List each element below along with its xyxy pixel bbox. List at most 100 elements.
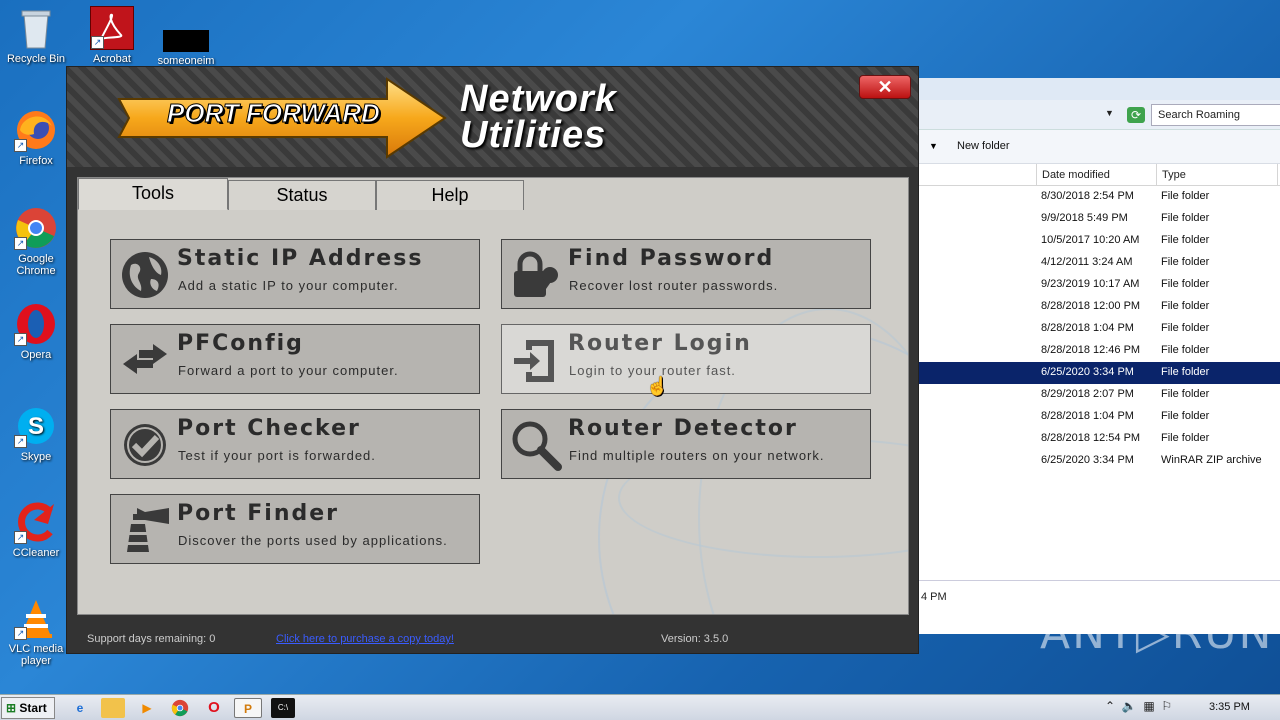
file-list-row[interactable]: 9/23/2019 10:17 AM File folder [901,274,1280,296]
file-list-row[interactable]: 8/30/2018 2:54 PM File folder [901,186,1280,208]
taskbar-clock[interactable]: 3:35 PM [1209,701,1250,713]
new-folder-button[interactable]: New folder [957,140,1010,152]
file-icon [163,30,209,52]
row-type: WinRAR ZIP archive [1161,454,1262,466]
app-title: Network Utilities [460,78,617,156]
search-input[interactable]: Search Roaming [1151,104,1280,126]
column-header-type[interactable]: Type [1156,164,1278,186]
desktop-icon-label: Opera [20,349,52,361]
file-list-row[interactable]: 8/28/2018 12:46 PM File folder [901,340,1280,362]
media-player-icon[interactable]: ▶ [135,698,159,718]
internet-explorer-icon[interactable]: e [68,698,92,718]
row-type: File folder [1161,278,1210,290]
desktop-icon-label: CCleaner [12,547,60,559]
app-title-line1: Network [460,78,617,120]
globe-icon [122,252,168,298]
support-days-text: Support days remaining: 0 [87,633,216,645]
tab-status[interactable]: Status [228,180,376,210]
row-date-modified: 8/30/2018 2:54 PM [1041,190,1134,202]
shortcut-arrow-icon: ↗ [14,627,27,640]
router-login-button[interactable]: Router Login Login to your router fast. [501,324,871,394]
row-type: File folder [1161,212,1210,224]
port-forward-taskbar-icon[interactable]: P [234,698,262,718]
tab-tools[interactable]: Tools [78,178,228,210]
login-icon [514,340,554,382]
address-dropdown-icon[interactable]: ▼ [1105,108,1114,118]
desktop-icon-acrobat[interactable]: ↗ Acrobat [76,6,148,65]
chrome-icon: ↗ [14,206,58,250]
lighthouse-icon [127,508,169,552]
file-list-row[interactable]: 8/28/2018 12:00 PM File folder [901,296,1280,318]
desktop-icon-chrome[interactable]: ↗ Google Chrome [0,206,72,277]
row-type: File folder [1161,322,1210,334]
find-password-button[interactable]: Find Password Recover lost router passwo… [501,239,871,309]
desktop-icon-opera[interactable]: ↗ Opera [0,302,72,361]
column-header-date-modified[interactable]: Date modified [1036,164,1156,186]
tile-description: Discover the ports used by applications. [178,533,448,548]
exchange-arrows-icon [123,344,167,374]
hand-cursor-icon: ☝ [646,376,669,396]
tab-help[interactable]: Help [376,180,524,210]
start-label: Start [19,701,47,715]
desktop-icon-recycle-bin[interactable]: Recycle Bin [0,6,72,65]
desktop-icon-label: Google Chrome [16,253,56,277]
tile-description: Find multiple routers on your network. [569,448,825,463]
desktop-icon-firefox[interactable]: ↗ Firefox [0,108,72,167]
tile-title: Port Checker [177,416,361,441]
port-finder-button[interactable]: Port Finder Discover the ports used by a… [110,494,480,564]
action-center-flag-icon[interactable]: ⚐ [1161,699,1172,713]
row-date-modified: 10/5/2017 10:20 AM [1041,234,1140,246]
desktop-icon-skype[interactable]: S ↗ Skype [0,404,72,463]
ccleaner-icon: ↗ [14,500,58,544]
network-icon[interactable]: ▦ [1143,699,1154,713]
file-explorer-icon[interactable] [101,698,125,718]
organize-dropdown-icon[interactable]: ▼ [929,141,938,151]
version-text: Version: 3.5.0 [661,633,729,645]
file-list-row[interactable]: 9/9/2018 5:49 PM File folder [901,208,1280,230]
skype-icon: S ↗ [14,404,58,448]
windows-logo-icon: ⊞ [6,701,17,715]
file-list-row[interactable]: 8/28/2018 12:54 PM File folder [901,428,1280,450]
refresh-icon[interactable]: ⟳ [1127,107,1145,123]
desktop-icon-someoneim[interactable]: someoneim [150,6,222,67]
network-utilities-window: PORT FORWARD Network Utilities ✕ Tools S… [66,66,919,654]
row-date-modified: 6/25/2020 3:34 PM [1041,366,1134,378]
static-ip-address-button[interactable]: Static IP Address Add a static IP to you… [110,239,480,309]
file-list-row[interactable]: 6/25/2020 3:34 PM File folder [901,362,1280,384]
row-date-modified: 9/23/2019 10:17 AM [1041,278,1140,290]
router-detector-button[interactable]: Router Detector Find multiple routers on… [501,409,871,479]
pfconfig-button[interactable]: PFConfig Forward a port to your computer… [110,324,480,394]
app-title-line2: Utilities [460,114,607,156]
tray-expand-icon[interactable]: ⌃ [1105,699,1115,713]
shortcut-arrow-icon: ↗ [14,333,27,346]
desktop-icon-vlc[interactable]: ↗ VLC media player [0,596,72,667]
opera-taskbar-icon[interactable]: O [202,698,226,718]
chrome-taskbar-icon[interactable] [168,698,192,718]
tab-bar: Tools Status Help [78,178,908,210]
volume-icon[interactable]: 🔈 [1122,699,1137,713]
shortcut-arrow-icon: ↗ [14,237,27,250]
taskbar: ⊞ Start e ▶ O P C:\ ⌃ 🔈 ▦ ⚐ 3:35 PM [0,694,1280,720]
tile-title: Static IP Address [177,246,424,271]
row-date-modified: 8/28/2018 12:46 PM [1041,344,1141,356]
file-list-row[interactable]: 8/29/2018 2:07 PM File folder [901,384,1280,406]
tile-description: Test if your port is forwarded. [178,448,376,463]
row-type: File folder [1161,234,1210,246]
vlc-icon: ↗ [14,596,58,640]
file-list-row[interactable]: 4/12/2011 3:24 AM File folder [901,252,1280,274]
file-list-row[interactable]: 8/28/2018 1:04 PM File folder [901,406,1280,428]
port-checker-button[interactable]: Port Checker Test if your port is forwar… [110,409,480,479]
purchase-link[interactable]: Click here to purchase a copy today! [276,633,454,645]
tile-description: Add a static IP to your computer. [178,278,399,293]
row-date-modified: 8/28/2018 12:54 PM [1041,432,1141,444]
file-list-row[interactable]: 8/28/2018 1:04 PM File folder [901,318,1280,340]
close-button[interactable]: ✕ [859,75,911,99]
desktop-icon-ccleaner[interactable]: ↗ CCleaner [0,500,72,559]
checkmark-icon [124,424,166,466]
command-prompt-icon[interactable]: C:\ [271,698,295,718]
start-button[interactable]: ⊞ Start [1,697,55,719]
file-list-row[interactable]: 6/25/2020 3:34 PM WinRAR ZIP archive [901,450,1280,472]
explorer-window: ▼ ⟳ Search Roaming ▼ New folder Date mod… [900,78,1280,634]
row-date-modified: 8/29/2018 2:07 PM [1041,388,1134,400]
file-list-row[interactable]: 10/5/2017 10:20 AM File folder [901,230,1280,252]
